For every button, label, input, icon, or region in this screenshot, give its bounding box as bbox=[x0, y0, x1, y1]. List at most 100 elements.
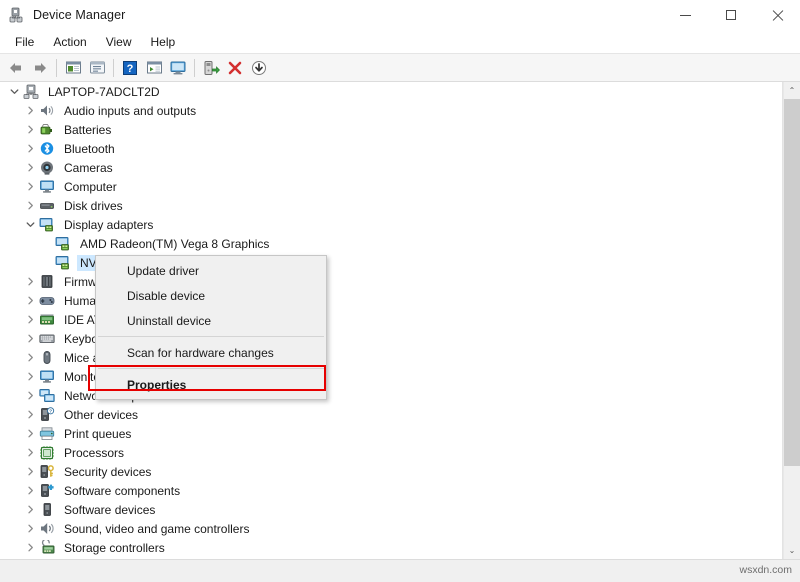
tree-row[interactable]: Audio inputs and outputs bbox=[0, 101, 782, 120]
tree-row[interactable]: Batteries bbox=[0, 120, 782, 139]
tree-row-root[interactable]: LAPTOP-7ADCLT2D bbox=[0, 82, 782, 101]
tree-row[interactable]: AMD Radeon(TM) Vega 8 Graphics bbox=[0, 234, 782, 253]
software-device-icon bbox=[38, 502, 56, 518]
minimize-button[interactable] bbox=[662, 0, 708, 30]
hid-icon bbox=[39, 293, 55, 308]
tree-row[interactable]: Bluetooth bbox=[0, 139, 782, 158]
software-component-icon bbox=[38, 483, 56, 499]
vertical-scrollbar[interactable]: ⌃ ⌄ bbox=[783, 82, 800, 559]
scroll-down-button[interactable]: ⌄ bbox=[784, 542, 800, 559]
context-menu[interactable]: Update driverDisable deviceUninstall dev… bbox=[95, 255, 327, 400]
expander-icon[interactable] bbox=[22, 367, 38, 386]
context-menu-separator bbox=[98, 336, 324, 337]
expander-icon[interactable] bbox=[22, 139, 38, 158]
context-menu-item[interactable]: Update driver bbox=[96, 258, 326, 283]
expander-icon[interactable] bbox=[22, 481, 38, 500]
title-bar: Device Manager bbox=[0, 0, 800, 30]
update-driver-icon bbox=[203, 60, 220, 76]
help-button[interactable]: ? bbox=[118, 56, 142, 80]
properties-toolbar-button[interactable] bbox=[85, 56, 109, 80]
speaker-icon bbox=[38, 103, 56, 119]
expander-icon[interactable] bbox=[22, 158, 38, 177]
expander-icon[interactable] bbox=[22, 177, 38, 196]
expander-icon[interactable] bbox=[22, 500, 38, 519]
tree-row-label: Print queues bbox=[61, 426, 134, 442]
window-title: Device Manager bbox=[33, 8, 125, 22]
ide-controller-icon bbox=[39, 312, 55, 327]
menu-view[interactable]: View bbox=[97, 32, 141, 52]
tree-row[interactable]: Storage controllers bbox=[0, 538, 782, 557]
context-menu-item[interactable]: Uninstall device bbox=[96, 308, 326, 333]
scrollbar-track[interactable] bbox=[784, 99, 800, 542]
disable-device-button[interactable] bbox=[223, 56, 247, 80]
printer-icon bbox=[39, 426, 55, 441]
expander-icon[interactable] bbox=[22, 443, 38, 462]
context-menu-item[interactable]: Disable device bbox=[96, 283, 326, 308]
tree-row[interactable]: Security devices bbox=[0, 462, 782, 481]
storage-controller-icon bbox=[39, 540, 55, 555]
menu-action[interactable]: Action bbox=[44, 32, 95, 52]
menu-file[interactable]: File bbox=[6, 32, 43, 52]
help-icon: ? bbox=[122, 60, 138, 76]
expander-icon[interactable] bbox=[22, 538, 38, 557]
back-arrow-icon bbox=[7, 60, 25, 76]
expander-icon[interactable] bbox=[22, 310, 38, 329]
expander-icon[interactable] bbox=[22, 215, 38, 234]
close-button[interactable] bbox=[754, 0, 800, 30]
maximize-button[interactable] bbox=[708, 0, 754, 30]
scroll-up-button[interactable]: ⌃ bbox=[784, 82, 800, 99]
battery-icon bbox=[39, 122, 55, 137]
expander-icon[interactable] bbox=[22, 196, 38, 215]
device-manager-icon bbox=[8, 6, 26, 24]
context-menu-item[interactable]: Scan for hardware changes bbox=[96, 340, 326, 365]
tree-row[interactable]: Processors bbox=[0, 443, 782, 462]
tree-row[interactable]: Software components bbox=[0, 481, 782, 500]
expander-icon[interactable] bbox=[22, 101, 38, 120]
uninstall-device-button[interactable] bbox=[247, 56, 271, 80]
tree-row[interactable]: ?Other devices bbox=[0, 405, 782, 424]
tree-row[interactable]: Software devices bbox=[0, 500, 782, 519]
monitor-icon bbox=[38, 369, 56, 385]
expander-icon[interactable] bbox=[22, 348, 38, 367]
tree-row[interactable]: Cameras bbox=[0, 158, 782, 177]
context-menu-item[interactable]: Properties bbox=[96, 372, 326, 397]
tree-row[interactable]: Disk drives bbox=[0, 196, 782, 215]
back-button[interactable] bbox=[4, 56, 28, 80]
scan-for-hardware-changes-button[interactable] bbox=[166, 56, 190, 80]
update-driver-button[interactable] bbox=[199, 56, 223, 80]
tree-row-label: Security devices bbox=[61, 464, 154, 480]
display-adapter-icon bbox=[39, 217, 55, 232]
device-manager-window: Device Manager File Action View Help bbox=[0, 0, 800, 582]
ide-controller-icon bbox=[38, 312, 56, 328]
other-device-icon: ? bbox=[38, 407, 56, 423]
expander-icon[interactable] bbox=[22, 405, 38, 424]
computer-root-icon bbox=[22, 84, 40, 100]
show-hide-console-tree-button[interactable] bbox=[61, 56, 85, 80]
minimize-icon bbox=[680, 15, 691, 16]
expander-icon[interactable] bbox=[22, 291, 38, 310]
show-hide-action-pane-button[interactable] bbox=[142, 56, 166, 80]
expander-icon[interactable] bbox=[22, 329, 38, 348]
display-adapter-icon bbox=[54, 255, 72, 271]
expander-icon[interactable] bbox=[22, 120, 38, 139]
expander-icon[interactable] bbox=[6, 82, 22, 101]
software-device-icon bbox=[39, 502, 55, 517]
svg-text:?: ? bbox=[127, 63, 134, 75]
tree-row[interactable]: Display adapters bbox=[0, 215, 782, 234]
forward-button[interactable] bbox=[28, 56, 52, 80]
expander-icon[interactable] bbox=[22, 462, 38, 481]
tree-row-label: AMD Radeon(TM) Vega 8 Graphics bbox=[77, 236, 272, 252]
scrollbar-thumb[interactable] bbox=[784, 99, 800, 466]
expander-icon[interactable] bbox=[22, 424, 38, 443]
expander-icon bbox=[38, 234, 54, 253]
tree-row-label: Computer bbox=[61, 179, 120, 195]
processor-icon bbox=[39, 445, 55, 460]
tree-row[interactable]: Sound, video and game controllers bbox=[0, 519, 782, 538]
menu-help[interactable]: Help bbox=[142, 32, 185, 52]
tree-row-label: Sound, video and game controllers bbox=[61, 521, 252, 537]
tree-row[interactable]: Print queues bbox=[0, 424, 782, 443]
tree-row[interactable]: Computer bbox=[0, 177, 782, 196]
expander-icon[interactable] bbox=[22, 386, 38, 405]
expander-icon[interactable] bbox=[22, 272, 38, 291]
expander-icon[interactable] bbox=[22, 519, 38, 538]
